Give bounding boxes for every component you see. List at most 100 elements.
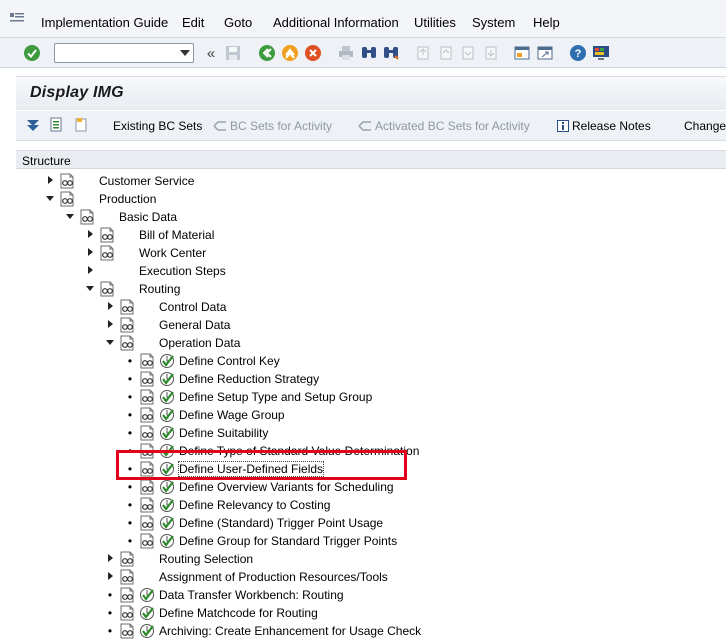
tree-row[interactable]: Customer Service: [16, 172, 726, 190]
tree-row[interactable]: Bill of Material: [16, 226, 726, 244]
documentation-glasses-icon[interactable]: [119, 317, 135, 333]
tree-node-label[interactable]: Define Matchcode for Routing: [159, 606, 318, 620]
tree-row[interactable]: • Define Setup Type and Setup Group: [16, 388, 726, 406]
change-button[interactable]: Change: [684, 119, 726, 133]
documentation-glasses-icon[interactable]: [139, 425, 155, 441]
documentation-glasses-icon[interactable]: [99, 227, 115, 243]
tree-row[interactable]: Assignment of Production Resources/Tools: [16, 568, 726, 586]
expand-node-icon[interactable]: [46, 176, 54, 186]
menu-help[interactable]: Help: [533, 15, 560, 30]
expand-node-icon[interactable]: [86, 230, 94, 240]
expand-node-icon[interactable]: [106, 320, 114, 330]
tree-node-label[interactable]: Define Relevancy to Costing: [179, 498, 330, 512]
documentation-glasses-icon[interactable]: [139, 497, 155, 513]
release-notes-button[interactable]: Release Notes: [557, 119, 651, 135]
back-icon[interactable]: [258, 44, 276, 62]
documentation-glasses-icon[interactable]: [139, 371, 155, 387]
tree-row[interactable]: • Archiving: Create Enhancement for Usage…: [16, 622, 726, 639]
tree-node-label[interactable]: Define Overview Variants for Scheduling: [179, 480, 394, 494]
create-session-icon[interactable]: [513, 44, 531, 62]
find-next-icon[interactable]: [382, 44, 400, 62]
documentation-glasses-icon[interactable]: [59, 191, 75, 207]
tree-row[interactable]: Routing: [16, 280, 726, 298]
execute-activity-icon[interactable]: [159, 533, 175, 549]
tree-row[interactable]: • Define Suitability: [16, 424, 726, 442]
menu-additional-information[interactable]: Additional Information: [273, 15, 399, 30]
tree-node-label[interactable]: Define Group for Standard Trigger Points: [179, 534, 397, 548]
documentation-glasses-icon[interactable]: [59, 173, 75, 189]
tree-node-label[interactable]: Archiving: Create Enhancement for Usage …: [159, 624, 421, 638]
execute-activity-icon[interactable]: [159, 497, 175, 513]
tree-row[interactable]: Execution Steps: [16, 262, 726, 280]
first-page-icon[interactable]: [414, 44, 432, 62]
tree-row[interactable]: • Define (Standard) Trigger Point Usage: [16, 514, 726, 532]
execute-activity-icon[interactable]: [159, 407, 175, 423]
last-page-icon[interactable]: [482, 44, 500, 62]
tree-node-label[interactable]: Define Setup Type and Setup Group: [179, 390, 372, 404]
execute-activity-icon[interactable]: [139, 623, 155, 639]
execute-activity-icon[interactable]: [159, 353, 175, 369]
tree-row[interactable]: • Define Overview Variants for Scheduling: [16, 478, 726, 496]
tree-row[interactable]: • Define Matchcode for Routing: [16, 604, 726, 622]
expand-node-icon[interactable]: [106, 572, 114, 582]
documentation-glasses-icon[interactable]: [119, 587, 135, 603]
documentation-glasses-icon[interactable]: [119, 623, 135, 639]
create-shortcut-icon[interactable]: [536, 44, 554, 62]
tree-node-label[interactable]: General Data: [159, 318, 230, 332]
bc-sets-for-activity-button[interactable]: BC Sets for Activity: [213, 119, 332, 135]
tree-row[interactable]: • Define Control Key: [16, 352, 726, 370]
tree-row[interactable]: • Define Wage Group: [16, 406, 726, 424]
tree-node-label[interactable]: Execution Steps: [139, 264, 226, 278]
note-icon[interactable]: [72, 116, 90, 134]
documentation-glasses-icon[interactable]: [139, 479, 155, 495]
sap-app-icon[interactable]: [10, 11, 24, 25]
expand-node-icon[interactable]: [86, 248, 94, 258]
tree-node-label[interactable]: Assignment of Production Resources/Tools: [159, 570, 388, 584]
command-dropdown-icon[interactable]: [176, 43, 194, 63]
documentation-glasses-icon[interactable]: [119, 299, 135, 315]
menu-implementation-guide[interactable]: Implementation Guide: [41, 15, 168, 30]
tree-node-label[interactable]: Routing: [139, 282, 180, 296]
next-page-icon[interactable]: [459, 44, 477, 62]
execute-activity-icon[interactable]: [139, 605, 155, 621]
tree-node-label[interactable]: Bill of Material: [139, 228, 214, 242]
execute-activity-icon[interactable]: [159, 515, 175, 531]
tree-node-label[interactable]: Define (Standard) Trigger Point Usage: [179, 516, 383, 530]
documentation-glasses-icon[interactable]: [139, 515, 155, 531]
tree-node-label[interactable]: Basic Data: [119, 210, 177, 224]
collapse-command-icon[interactable]: «: [202, 44, 220, 62]
documentation-glasses-icon[interactable]: [99, 281, 115, 297]
exit-icon[interactable]: [281, 44, 299, 62]
help-icon[interactable]: ?: [569, 44, 587, 62]
existing-bc-sets-button[interactable]: Existing BC Sets: [113, 119, 202, 133]
tree-node-label[interactable]: Define Suitability: [179, 426, 268, 440]
where-used-list-icon[interactable]: [48, 116, 66, 134]
tree-row[interactable]: Work Center: [16, 244, 726, 262]
green-check-icon[interactable]: [23, 44, 41, 62]
tree-node-label[interactable]: Customer Service: [99, 174, 194, 188]
print-icon[interactable]: [337, 44, 355, 62]
tree-row[interactable]: • Define Reduction Strategy: [16, 370, 726, 388]
execute-activity-icon[interactable]: [159, 479, 175, 495]
collapse-node-icon[interactable]: [46, 194, 54, 204]
tree-node-label[interactable]: Data Transfer Workbench: Routing: [159, 588, 344, 602]
documentation-glasses-icon[interactable]: [99, 245, 115, 261]
documentation-glasses-icon[interactable]: [79, 209, 95, 225]
tree-node-label[interactable]: Routing Selection: [159, 552, 253, 566]
tree-row[interactable]: Production: [16, 190, 726, 208]
tree-row[interactable]: • Define Group for Standard Trigger Point…: [16, 532, 726, 550]
menu-goto[interactable]: Goto: [224, 15, 252, 30]
tree-row[interactable]: • Data Transfer Workbench: Routing: [16, 586, 726, 604]
execute-activity-icon[interactable]: [159, 425, 175, 441]
documentation-glasses-icon[interactable]: [139, 407, 155, 423]
tree-row[interactable]: Operation Data: [16, 334, 726, 352]
tree-node-label[interactable]: Operation Data: [159, 336, 240, 350]
documentation-glasses-icon[interactable]: [119, 551, 135, 567]
expand-node-icon[interactable]: [86, 266, 94, 276]
tree-row[interactable]: General Data: [16, 316, 726, 334]
cancel-icon[interactable]: [304, 44, 322, 62]
customize-layout-icon[interactable]: [592, 44, 610, 62]
tree-row[interactable]: • Define Relevancy to Costing: [16, 496, 726, 514]
tree-node-label[interactable]: Production: [99, 192, 156, 206]
tree-node-label[interactable]: Define Control Key: [179, 354, 280, 368]
